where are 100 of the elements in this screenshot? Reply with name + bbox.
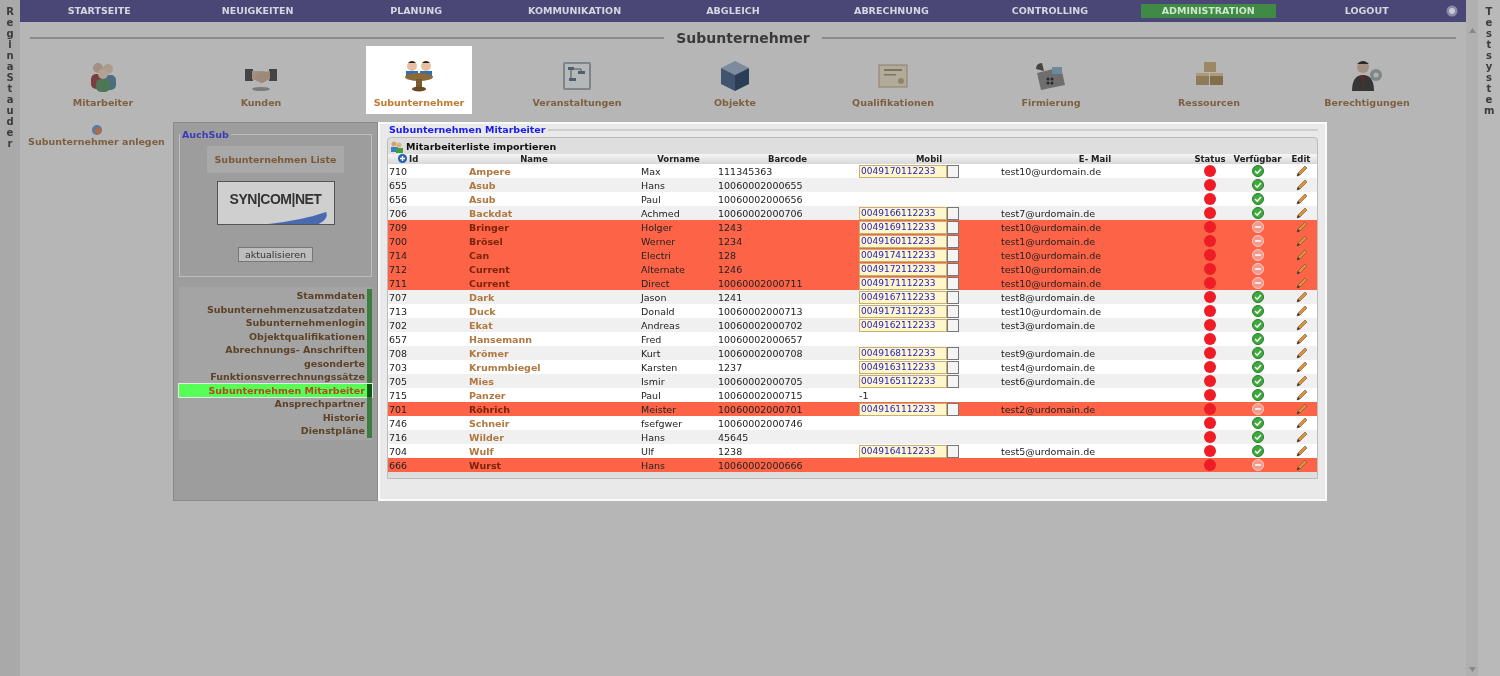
name-link[interactable]: Asub — [429, 193, 496, 205]
picker-button[interactable] — [947, 220, 959, 234]
module-tile[interactable]: Objekte — [682, 46, 788, 114]
pencil-icon[interactable] — [1294, 360, 1308, 374]
mobile-field[interactable]: 0049169112233 — [859, 220, 947, 234]
mobile-field[interactable]: 0049161112233 — [859, 402, 947, 416]
name-link[interactable]: Ekat — [429, 319, 493, 331]
pencil-icon[interactable] — [1294, 402, 1308, 416]
name-link[interactable]: Panzer — [429, 389, 506, 401]
menu-item[interactable]: Objektqualifikationen — [179, 329, 372, 343]
nav-tab[interactable]: PLANUNG — [348, 4, 484, 18]
name-link[interactable]: Brösel — [429, 235, 503, 247]
name-link[interactable]: Schneir — [429, 417, 510, 429]
module-tile[interactable]: Subunternehmer — [366, 46, 472, 114]
picker-button[interactable] — [947, 304, 959, 318]
pencil-icon[interactable] — [1294, 374, 1308, 388]
module-tile[interactable]: Qualifikationen — [840, 46, 946, 114]
help-icon[interactable] — [1445, 5, 1458, 17]
pencil-icon[interactable] — [1294, 178, 1308, 192]
mobile-field[interactable]: 0049167112233 — [859, 290, 947, 304]
picker-button[interactable] — [947, 444, 959, 458]
pencil-icon[interactable] — [1294, 458, 1308, 472]
nav-tab[interactable]: ADMINISTRATION — [1141, 4, 1276, 18]
name-link[interactable]: Asub — [429, 179, 496, 191]
pencil-icon[interactable] — [1294, 430, 1308, 444]
mobile-field[interactable]: 0049170112233 — [859, 164, 947, 178]
nav-tab[interactable]: KOMMUNIKATION — [507, 4, 642, 18]
mobile-field[interactable]: 0049160112233 — [859, 234, 947, 248]
picker-button[interactable] — [947, 374, 959, 388]
nav-tab[interactable]: ABRECHNUNG — [824, 4, 959, 18]
list-button[interactable]: Subunternehmen Liste — [206, 146, 345, 173]
mobile-field[interactable]: 0049174112233 — [859, 248, 947, 262]
name-link[interactable]: Current — [429, 277, 510, 289]
pencil-icon[interactable] — [1294, 248, 1308, 262]
mobile-field[interactable]: 0049171112233 — [859, 276, 947, 290]
module-tile[interactable]: Berechtigungen — [1314, 46, 1420, 114]
mobile-field[interactable]: 0049165112233 — [859, 374, 947, 388]
menu-item[interactable]: Subunternehmenzusatzdaten — [179, 302, 372, 316]
name-link[interactable]: Backdat — [429, 207, 513, 219]
pencil-icon[interactable] — [1294, 192, 1308, 206]
pencil-icon[interactable] — [1294, 388, 1308, 402]
picker-button[interactable] — [947, 164, 959, 178]
pencil-icon[interactable] — [1294, 234, 1308, 248]
name-link[interactable]: Wurst — [429, 459, 502, 471]
picker-button[interactable] — [947, 276, 959, 290]
menu-item[interactable]: Ansprechpartner — [179, 397, 372, 411]
name-link[interactable]: Krömer — [429, 347, 509, 359]
module-tile[interactable]: Kunden — [208, 46, 314, 114]
menu-item[interactable]: Stammdaten — [179, 289, 372, 303]
name-link[interactable]: Ampere — [429, 165, 511, 177]
refresh-button[interactable]: aktualisieren — [237, 247, 314, 262]
nav-tab[interactable]: ABGLEICH — [665, 4, 801, 18]
picker-button[interactable] — [947, 402, 959, 416]
name-link[interactable]: Wulf — [429, 445, 494, 457]
picker-button[interactable] — [947, 346, 959, 360]
mobile-field[interactable]: 0049173112233 — [859, 304, 947, 318]
menu-item[interactable]: Abrechnungs- Anschriften — [179, 343, 372, 357]
module-tile[interactable]: Veranstaltungen — [524, 46, 630, 114]
picker-button[interactable] — [947, 360, 959, 374]
name-link[interactable]: Röhrich — [429, 403, 510, 415]
pencil-icon[interactable] — [1294, 346, 1308, 360]
create-subcontractor-link[interactable]: Subunternehmer anlegen — [28, 136, 165, 147]
name-link[interactable]: Krummbiegel — [429, 361, 541, 373]
add-icon[interactable] — [398, 154, 407, 163]
pencil-icon[interactable] — [1294, 206, 1308, 220]
module-tile[interactable]: Ressourcen — [1156, 46, 1262, 114]
picker-button[interactable] — [947, 206, 959, 220]
name-link[interactable]: Dark — [429, 291, 495, 303]
name-link[interactable]: Duck — [429, 305, 496, 317]
picker-button[interactable] — [947, 290, 959, 304]
module-tile[interactable]: Firmierung — [998, 46, 1104, 114]
name-link[interactable]: Current — [429, 263, 510, 275]
picker-button[interactable] — [947, 262, 959, 276]
pencil-icon[interactable] — [1294, 262, 1308, 276]
picker-button[interactable] — [947, 248, 959, 262]
menu-item[interactable]: Dienstpläne — [179, 424, 372, 438]
pencil-icon[interactable] — [1294, 332, 1308, 346]
name-link[interactable]: Can — [429, 249, 490, 261]
name-link[interactable]: Hansemann — [429, 333, 533, 345]
mobile-field[interactable]: 0049163112233 — [859, 360, 947, 374]
pencil-icon[interactable] — [1294, 304, 1308, 318]
name-link[interactable]: Bringer — [429, 221, 509, 233]
import-link[interactable]: Mitarbeiterliste importieren — [388, 138, 1317, 154]
mobile-field[interactable]: 0049162112233 — [859, 318, 947, 332]
pencil-icon[interactable] — [1294, 444, 1308, 458]
module-tile[interactable]: Mitarbeiter — [50, 46, 156, 114]
name-link[interactable]: Mies — [429, 375, 494, 387]
menu-item[interactable]: Historie — [179, 410, 372, 424]
nav-tab[interactable]: LOGOUT — [1299, 4, 1434, 18]
mobile-field[interactable]: 0049172112233 — [859, 262, 947, 276]
nav-tab[interactable]: NEUIGKEITEN — [190, 4, 325, 18]
menu-item[interactable]: gesonderte Funktionsverrechnungssätze — [179, 356, 372, 384]
pencil-icon[interactable] — [1294, 318, 1308, 332]
picker-button[interactable] — [947, 234, 959, 248]
mobile-field[interactable]: 0049164112233 — [859, 444, 947, 458]
mobile-field[interactable]: 0049166112233 — [859, 206, 947, 220]
nav-tab[interactable]: STARTSEITE — [32, 4, 167, 18]
menu-item[interactable]: Subunternehmenlogin — [179, 316, 372, 330]
pencil-icon[interactable] — [1294, 276, 1308, 290]
pencil-icon[interactable] — [1294, 220, 1308, 234]
